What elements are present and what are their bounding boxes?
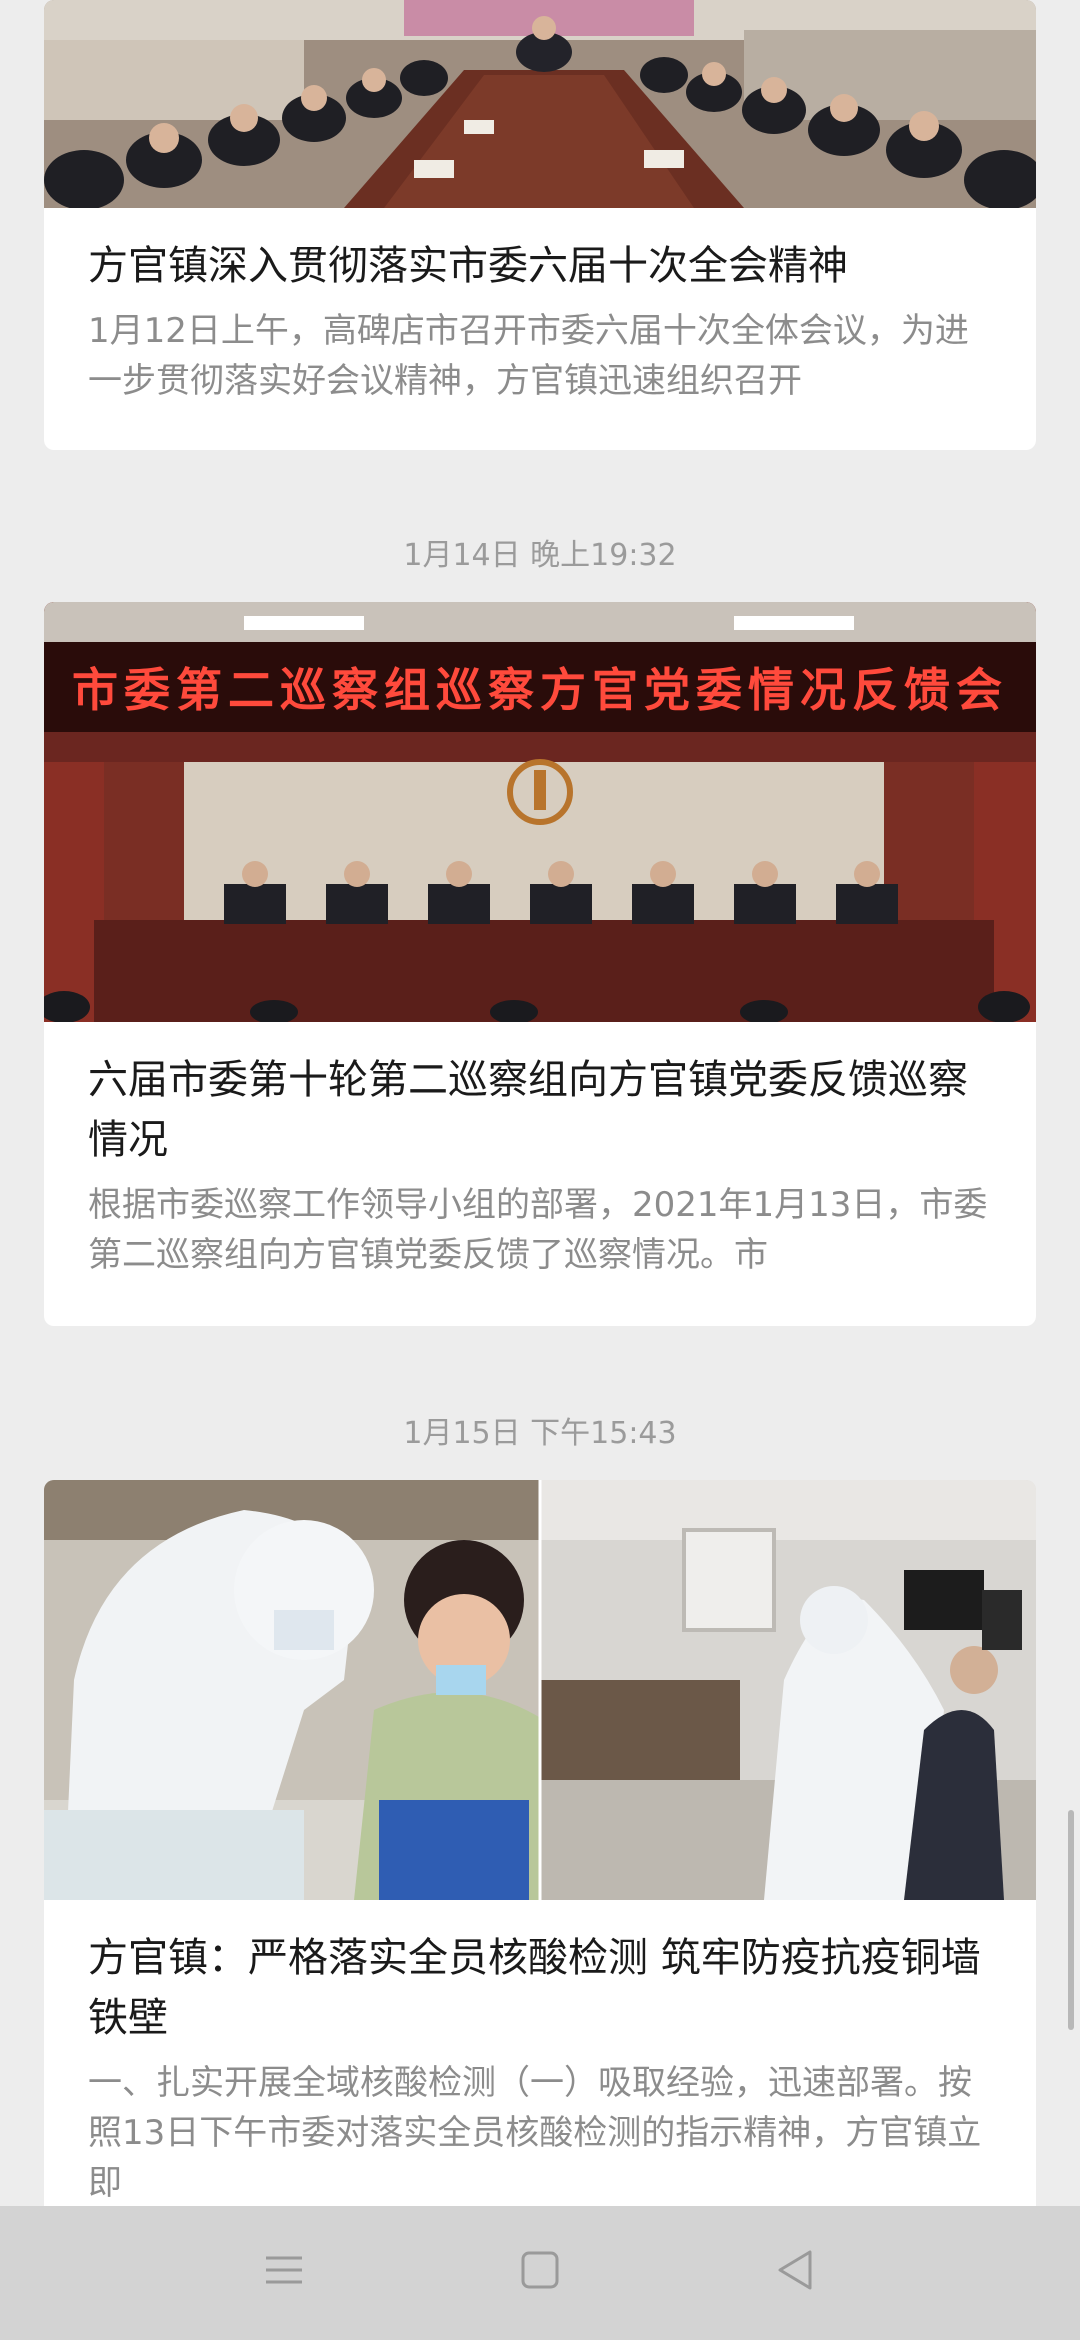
scrollbar-thumb[interactable] [1068,1810,1074,2030]
article-summary: 一、扎实开展全域核酸检测（一）吸取经验，迅速部署。按照13日下午市委对落实全员核… [88,2063,982,2203]
menu-icon[interactable] [254,2240,314,2300]
meeting-hall-photo: 市委第二巡察组巡察方官党委情况反馈会 [44,602,1036,1022]
message-timestamp: 1月14日 晚上19:32 [403,538,677,573]
nucleic-test-photo [44,1480,1036,1900]
article-summary: 1月12日上午，高碑店市召开市委六届十次全体会议，为进一步贯彻落实好会议精神，方… [88,311,969,401]
article-title: 六届市委第十轮第二巡察组向方官镇党委反馈巡察情况 [88,1057,968,1163]
message-timestamp: 1月15日 下午15:43 [403,1416,677,1451]
article-card[interactable]: 方官镇：严格落实全员核酸检测 筑牢防疫抗疫铜墙铁壁 一、扎实开展全域核酸检测（一… [44,1480,1036,2270]
article-title: 方官镇：严格落实全员核酸检测 筑牢防疫抗疫铜墙铁壁 [88,1935,981,2041]
system-navigation-bar [0,2206,1080,2340]
article-card[interactable]: 市委第二巡察组巡察方官党委情况反馈会 六届市委第十轮第二巡察组向方官镇党委反馈巡… [44,602,1036,1326]
meeting-photo [44,0,1036,208]
banner-text: 市委第二巡察组巡察方官党委情况反馈会 [72,663,1008,717]
article-summary: 根据市委巡察工作领导小组的部署，2021年1月13日，市委第二巡察组向方官镇党委… [88,1185,988,1275]
article-card[interactable]: 方官镇深入贯彻落实市委六届十次全会精神 1月12日上午，高碑店市召开市委六届十次… [44,0,1036,450]
back-triangle-icon[interactable] [766,2240,826,2300]
home-square-icon[interactable] [510,2240,570,2300]
article-title: 方官镇深入贯彻落实市委六届十次全会精神 [88,243,848,289]
